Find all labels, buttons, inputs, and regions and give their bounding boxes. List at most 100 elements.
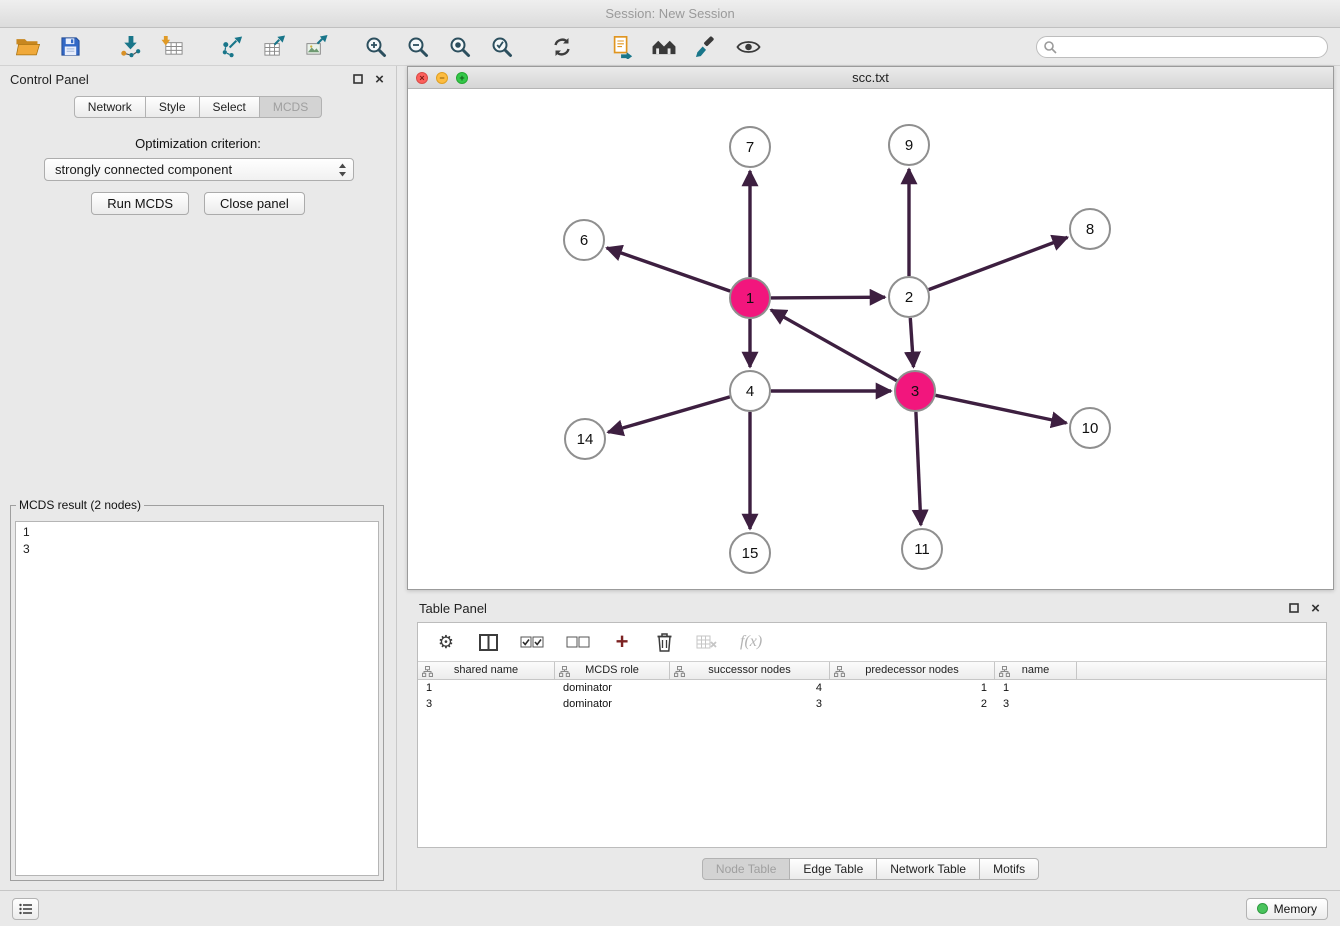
edge-3-10[interactable]: [936, 395, 1067, 423]
gear-icon: ⚙: [438, 633, 454, 651]
node-10[interactable]: 10: [1070, 408, 1110, 448]
table-tab-motifs[interactable]: Motifs: [980, 858, 1039, 880]
paint-brush-icon: [695, 35, 718, 58]
close-panel-button[interactable]: Close panel: [204, 192, 305, 215]
table-tab-network-table[interactable]: Network Table: [877, 858, 980, 880]
tab-network[interactable]: Network: [74, 96, 146, 118]
tab-style[interactable]: Style: [146, 96, 200, 118]
show-graphics-details-button[interactable]: [730, 32, 766, 62]
table-cell[interactable]: 3: [670, 696, 830, 712]
mcds-result-list[interactable]: 13: [15, 521, 379, 876]
apply-layout-button[interactable]: [544, 32, 580, 62]
table-cell[interactable]: 4: [670, 680, 830, 696]
edge-3-1[interactable]: [771, 310, 897, 381]
table-cell[interactable]: 1: [995, 680, 1077, 696]
export-network-button[interactable]: [214, 32, 250, 62]
column-header-shared-name[interactable]: shared name: [418, 662, 555, 679]
toggle-column-display-button[interactable]: [478, 629, 498, 655]
zoom-in-button[interactable]: [358, 32, 394, 62]
column-header-successor-nodes[interactable]: successor nodes: [670, 662, 830, 679]
zoom-fit-button[interactable]: [442, 32, 478, 62]
table-cell[interactable]: 3: [995, 696, 1077, 712]
table-tab-node-table[interactable]: Node Table: [702, 858, 791, 880]
node-3[interactable]: 3: [895, 371, 935, 411]
delete-columns-button[interactable]: [654, 629, 674, 655]
dropdown-arrows-icon: [337, 162, 348, 178]
svg-text:3: 3: [911, 383, 919, 400]
float-table-panel-icon[interactable]: [1287, 602, 1300, 615]
edge-4-14[interactable]: [608, 397, 730, 432]
maximize-window-button[interactable]: +: [456, 72, 468, 84]
close-control-panel-icon[interactable]: ×: [373, 73, 386, 86]
node-14[interactable]: 14: [565, 419, 605, 459]
save-session-button[interactable]: [52, 32, 88, 62]
minimize-window-button[interactable]: −: [436, 72, 448, 84]
float-control-panel-icon[interactable]: [351, 73, 364, 86]
edge-2-8[interactable]: [929, 237, 1068, 289]
edge-3-11[interactable]: [916, 412, 921, 525]
import-table-button[interactable]: [154, 32, 190, 62]
node-2[interactable]: 2: [889, 277, 929, 317]
export-table-button[interactable]: [256, 32, 292, 62]
import-network-button[interactable]: [112, 32, 148, 62]
column-header-name[interactable]: name: [995, 662, 1077, 679]
column-header-predecessor-nodes[interactable]: predecessor nodes: [830, 662, 995, 679]
node-6[interactable]: 6: [564, 220, 604, 260]
table-cell[interactable]: dominator: [555, 680, 670, 696]
function-builder-button[interactable]: f(x): [740, 629, 762, 655]
tab-mcds[interactable]: MCDS: [260, 96, 322, 118]
select-all-columns-button[interactable]: [520, 629, 544, 655]
export-image-button[interactable]: [298, 32, 334, 62]
network-canvas[interactable]: 7 9 6 8 1 2 4 3 14 10 15 11: [408, 89, 1333, 589]
task-history-button[interactable]: [12, 898, 39, 920]
node-11[interactable]: 11: [902, 529, 942, 569]
table-cell[interactable]: dominator: [555, 696, 670, 712]
edge-2-3[interactable]: [910, 318, 913, 367]
search-input[interactable]: [1036, 36, 1328, 58]
zoom-selected-button[interactable]: [484, 32, 520, 62]
delete-table-icon: [696, 634, 718, 650]
svg-text:8: 8: [1086, 221, 1094, 238]
unselect-all-columns-button[interactable]: [566, 629, 590, 655]
edge-1-2[interactable]: [771, 297, 885, 298]
node-15[interactable]: 15: [730, 533, 770, 573]
open-session-button[interactable]: [10, 32, 46, 62]
table-row[interactable]: 3dominator323: [418, 696, 1326, 712]
table-cell[interactable]: 1: [830, 680, 995, 696]
create-column-button[interactable]: +: [612, 629, 632, 655]
tab-select[interactable]: Select: [200, 96, 260, 118]
table-tab-edge-table[interactable]: Edge Table: [790, 858, 877, 880]
apply-style-button[interactable]: [688, 32, 724, 62]
unchecked-boxes-icon: [566, 636, 590, 648]
node-table-header: shared nameMCDS rolesuccessor nodesprede…: [418, 661, 1326, 680]
first-neighbors-button[interactable]: [646, 32, 682, 62]
node-1[interactable]: 1: [730, 278, 770, 318]
new-network-from-selection-button[interactable]: [604, 32, 640, 62]
table-cell[interactable]: 3: [418, 696, 555, 712]
node-4[interactable]: 4: [730, 371, 770, 411]
node-9[interactable]: 9: [889, 125, 929, 165]
run-mcds-button[interactable]: Run MCDS: [91, 192, 189, 215]
table-settings-button[interactable]: ⚙: [436, 629, 456, 655]
export-group: [214, 32, 334, 62]
node-7[interactable]: 7: [730, 127, 770, 167]
table-toolbar: ⚙ +: [418, 623, 1326, 661]
import-network-icon: [119, 35, 142, 58]
zoom-fit-icon: [449, 36, 471, 58]
svg-text:9: 9: [905, 137, 913, 154]
table-panel-tabs: Node TableEdge TableNetwork TableMotifs: [407, 858, 1334, 880]
table-row[interactable]: 1dominator411: [418, 680, 1326, 696]
table-cell[interactable]: 2: [830, 696, 995, 712]
column-type-icon: [834, 666, 845, 677]
memory-button[interactable]: Memory: [1246, 898, 1328, 920]
zoom-out-button[interactable]: [400, 32, 436, 62]
delete-table-button[interactable]: [696, 629, 718, 655]
node-8[interactable]: 8: [1070, 209, 1110, 249]
column-header-MCDS-role[interactable]: MCDS role: [555, 662, 670, 679]
table-cell[interactable]: 1: [418, 680, 555, 696]
edge-1-6[interactable]: [607, 248, 731, 291]
close-window-button[interactable]: ×: [416, 72, 428, 84]
criterion-dropdown[interactable]: strongly connected component: [44, 158, 354, 181]
close-table-panel-icon[interactable]: ×: [1309, 602, 1322, 615]
network-window-titlebar[interactable]: × − + scc.txt: [408, 67, 1333, 89]
